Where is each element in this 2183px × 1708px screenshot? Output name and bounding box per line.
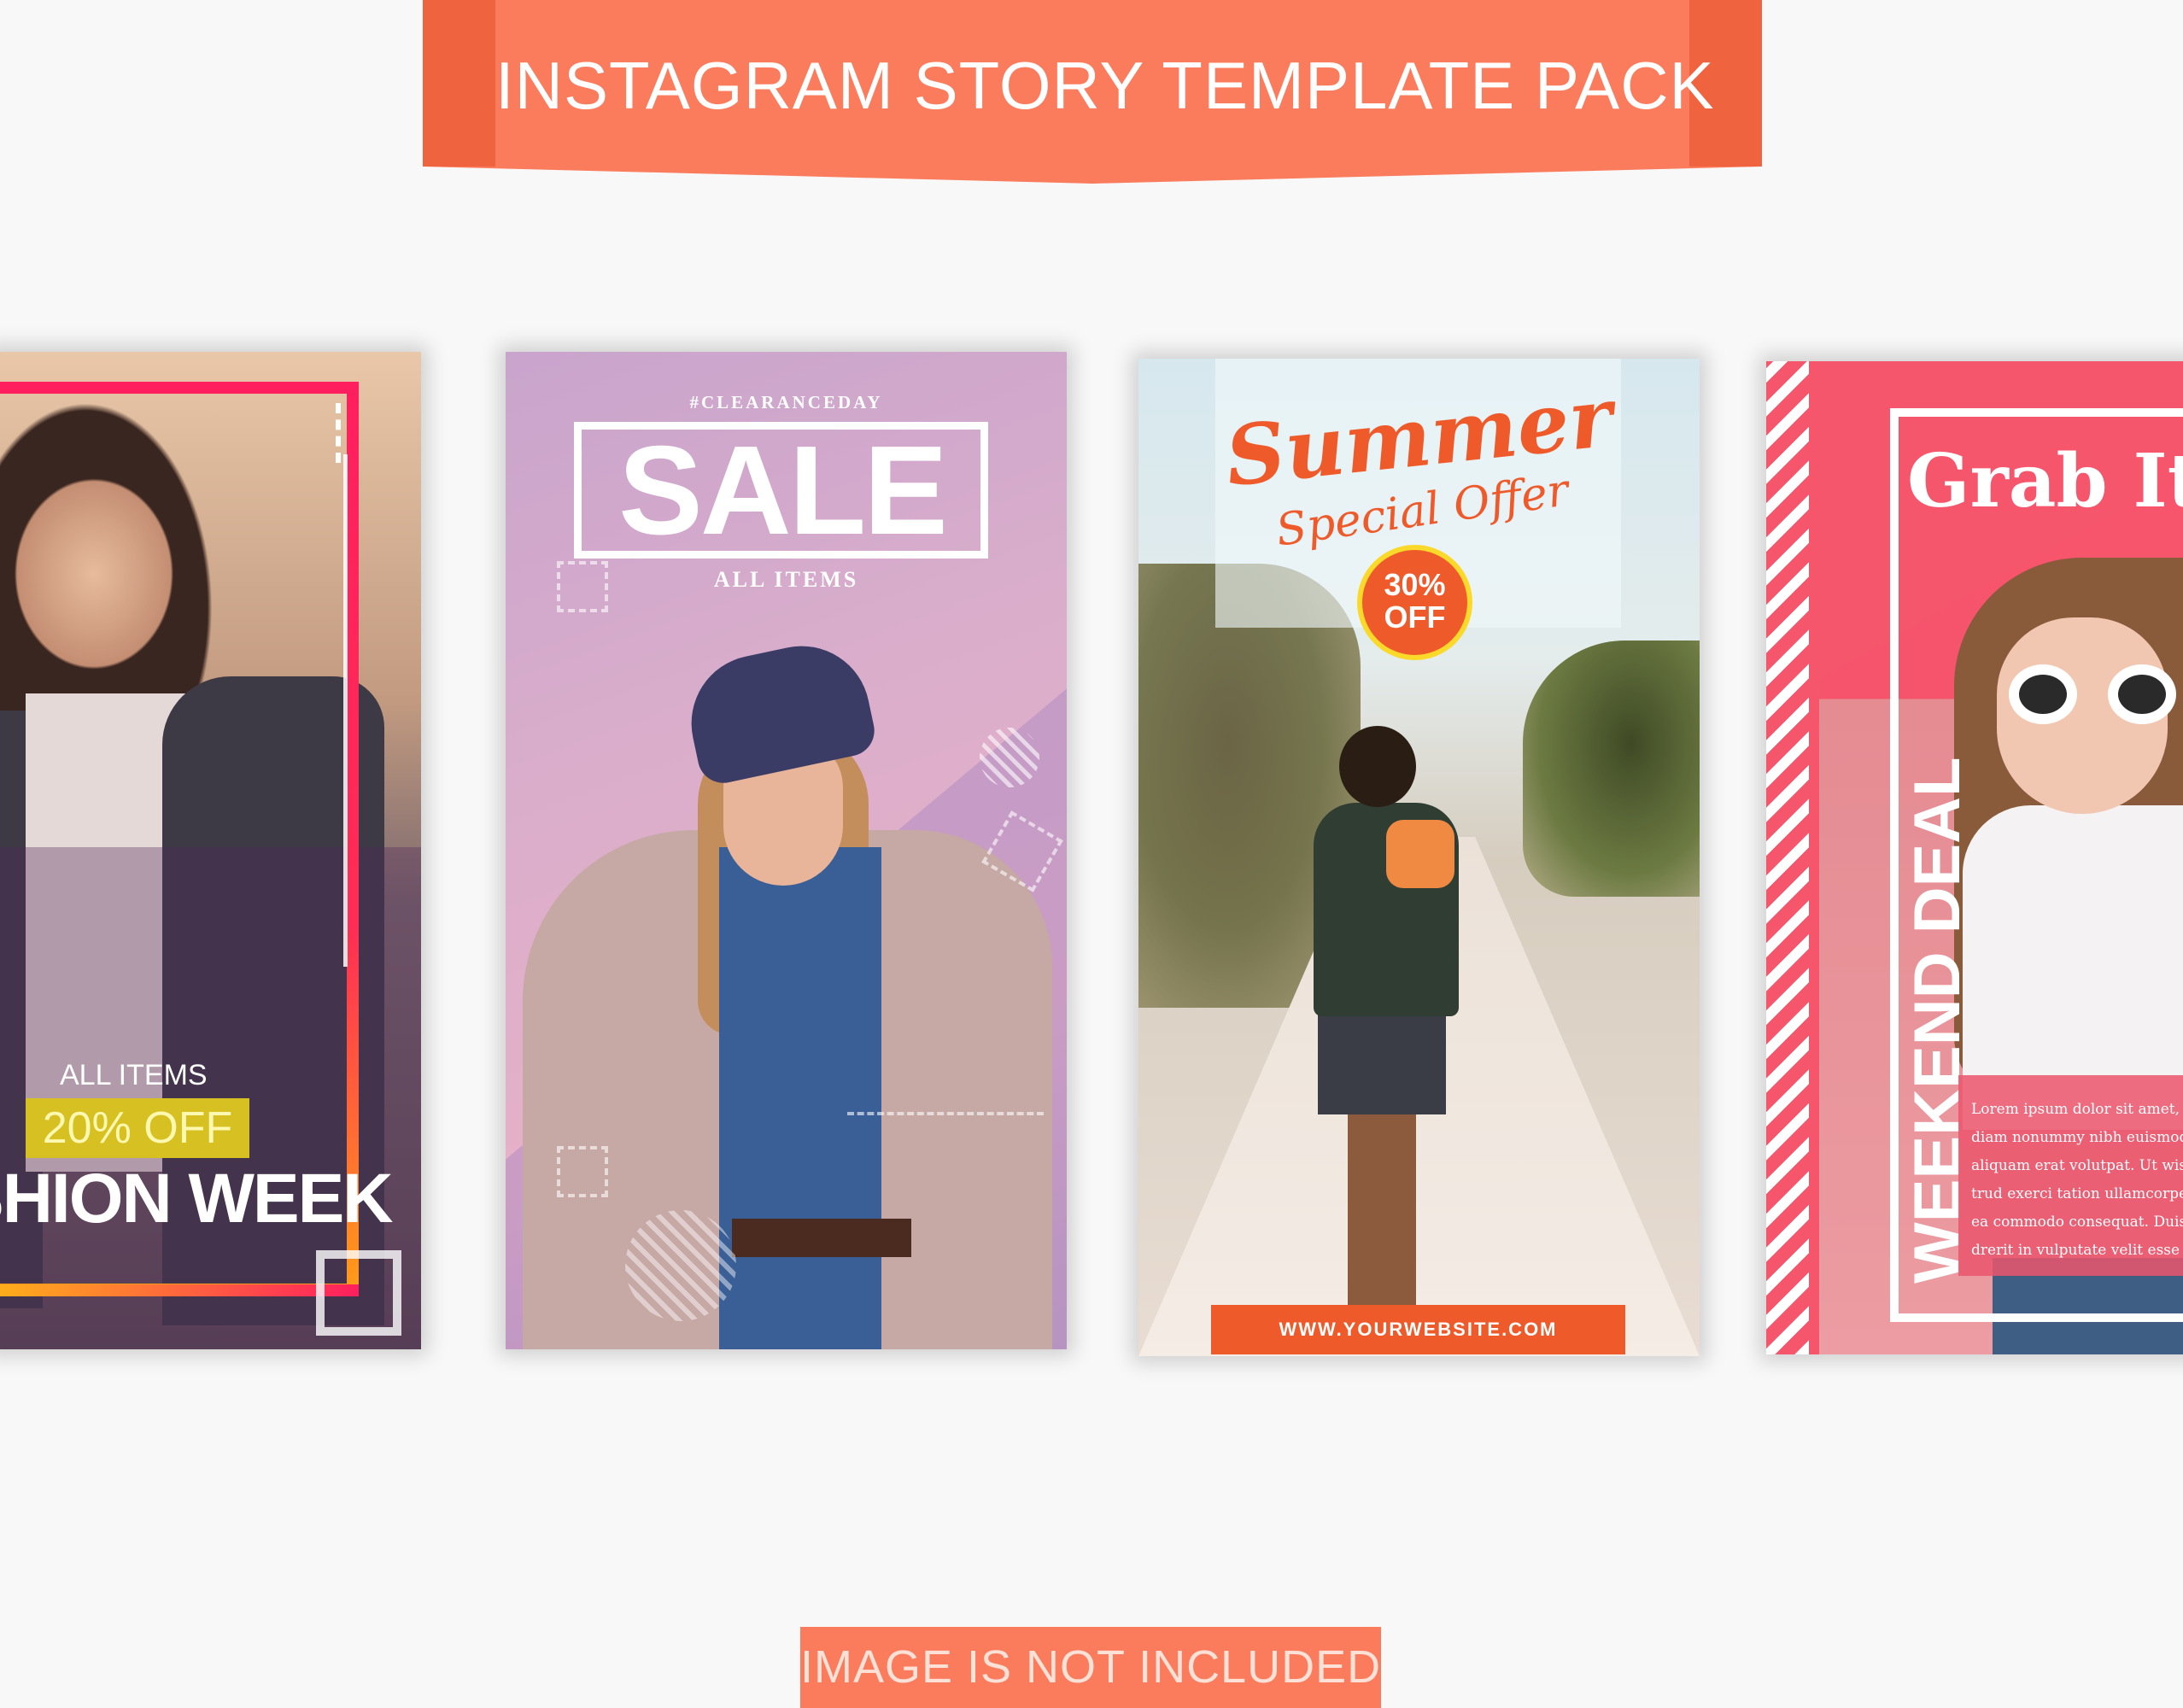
photo-denim-shirt [719, 847, 881, 1349]
story-card-fashion-week: ALL ITEMS 20% OFF SHION WEEK [0, 352, 421, 1349]
body-line: aliquam erat volutpat. Ut wisi enim ad m [1971, 1157, 2183, 1174]
card-label-small: ALL ITEMS [60, 1059, 208, 1091]
body-line: ea commodo consequat. Duis autem vel e [1971, 1214, 2183, 1231]
page-title: INSTAGRAM STORY TEMPLATE PACK [495, 48, 1715, 123]
badge-percent: 30% [1384, 567, 1446, 602]
photo-legs [1348, 1110, 1416, 1307]
photo-belt [732, 1219, 911, 1257]
photo-head [1339, 726, 1416, 807]
story-card-summer: Summer Special Offer 30% OFF WWW.YOURWEB… [1138, 359, 1700, 1356]
discount-badge: 20% OFF [26, 1098, 249, 1158]
dashed-accent-line [336, 403, 342, 463]
side-border-bar [1809, 361, 1819, 1354]
badge-off: OFF [1384, 600, 1446, 635]
body-text: Lorem ipsum dolor sit amet, consectetue … [1971, 1096, 2183, 1265]
ribbon-point [423, 167, 1762, 184]
striped-circle-decor [625, 1210, 736, 1321]
ribbon-fold-left [423, 0, 495, 167]
body-line: Lorem ipsum dolor sit amet, consectetue [1971, 1101, 2183, 1118]
accent-line [343, 454, 348, 967]
discount-badge: 30% OFF [1357, 545, 1472, 660]
body-line: diam nonummy nibh euismod tincidunt u [1971, 1129, 2183, 1146]
photo-shorts [1318, 1012, 1446, 1114]
website-url-bar: WWW.YOURWEBSITE.COM [1211, 1305, 1625, 1354]
hashtag-label: #CLEARANCEDAY [689, 392, 883, 412]
card-subline: ALL ITEMS [713, 567, 859, 592]
card-headline: Grab It Fa [1907, 438, 2183, 524]
story-card-sale: #CLEARANCEDAY SALE ALL ITEMS [506, 352, 1067, 1349]
dashed-square-decor [557, 1146, 608, 1197]
dashed-line-decor [847, 1112, 1044, 1115]
story-card-weekend-deal: Grab It Fa WEEKEND DEAL Lorem ipsum dolo… [1766, 361, 2183, 1354]
card-headline: SALE [618, 420, 948, 561]
header-ribbon: INSTAGRAM STORY TEMPLATE PACK [423, 0, 1762, 184]
photo-backpack [1386, 820, 1454, 888]
body-line: drerit in vulputate velit esse molestie … [1971, 1242, 2183, 1259]
gradient-frame-bottom [0, 1284, 359, 1296]
image-not-included-badge: IMAGE IS NOT INCLUDED [800, 1627, 1381, 1708]
striped-circle-decor [980, 728, 1039, 787]
striped-side-border [1766, 361, 1809, 1354]
photo-trees-right [1523, 640, 1700, 897]
template-preview-canvas: { "header": {"title": "INSTAGRAM STORY T… [0, 0, 2183, 1708]
body-line: trud exerci tation ullamcorper suscipit … [1971, 1185, 2183, 1202]
square-outline-decor [316, 1250, 401, 1336]
card-headline: SHION WEEK [0, 1160, 393, 1237]
